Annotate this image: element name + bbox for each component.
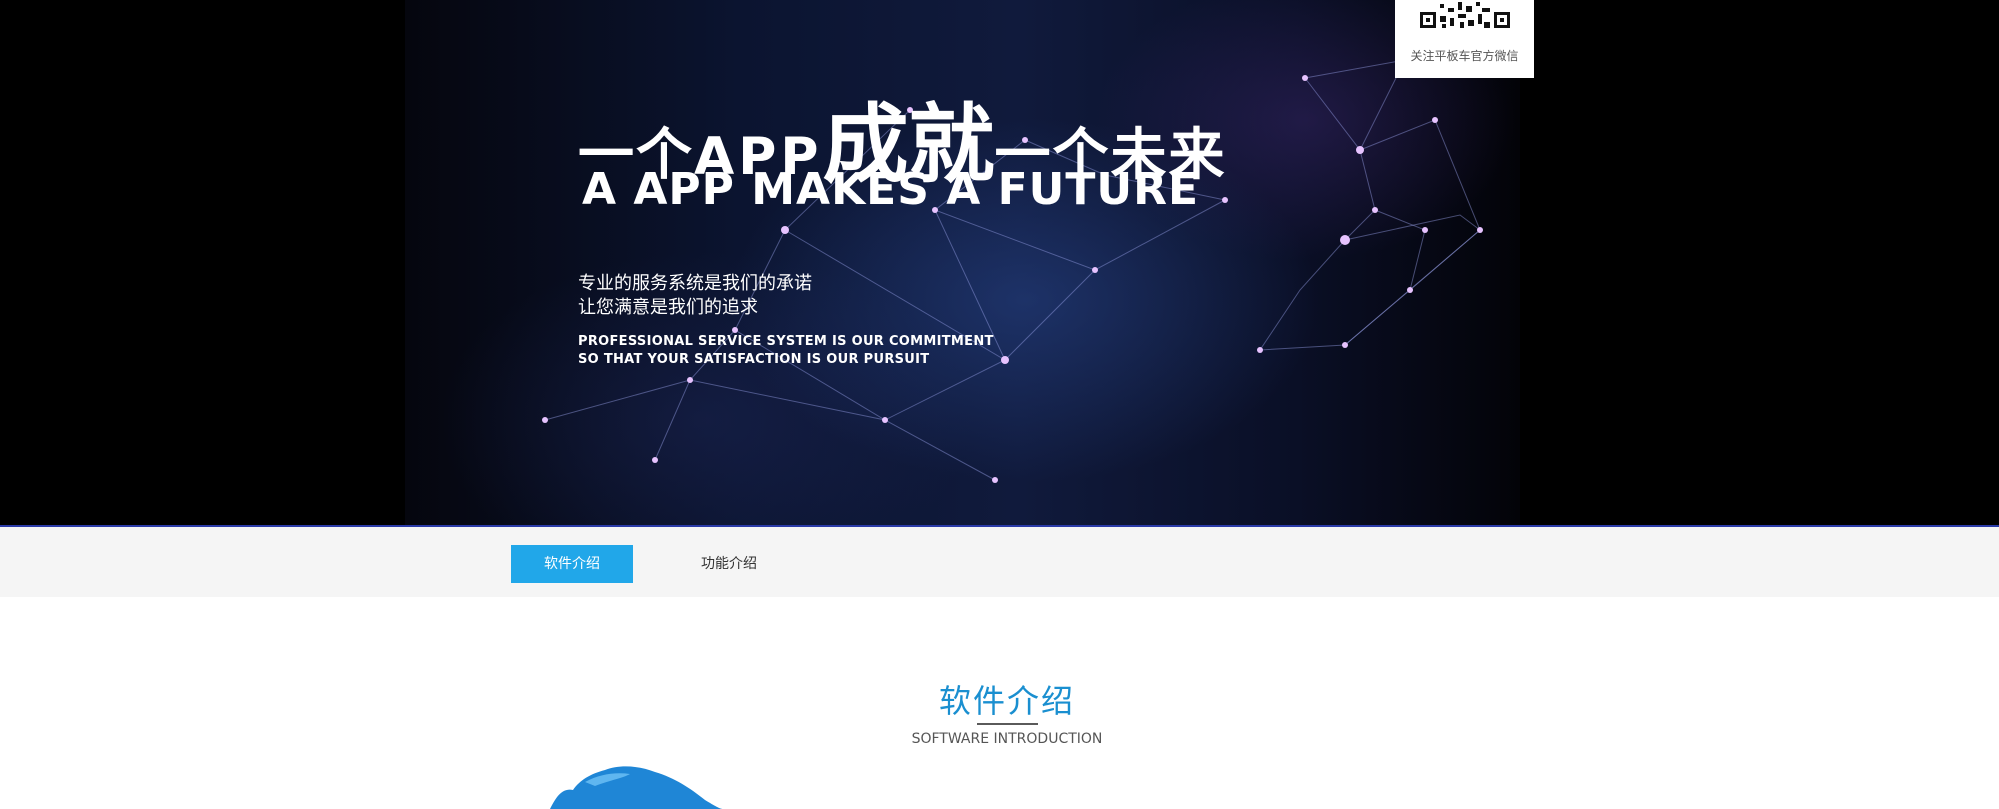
blue-brush-decoration (550, 766, 723, 809)
section-tabbar: 软件介绍 功能介绍 (0, 527, 1999, 597)
section-subtitle: SOFTWARE INTRODUCTION (911, 731, 1103, 747)
qr-caption: 关注平板车官方微信 (1410, 49, 1519, 63)
hero-headline: 一个APP成就一个未来 (578, 74, 1226, 195)
sub-en-line-2: SO THAT YOUR SATISFACTION IS OUR PURSUIT (578, 352, 930, 367)
qr-code-icon (1418, 0, 1512, 30)
hero-banner: 一个APP成就一个未来 A APP MAKES A FUTURE 专业的服务系统… (0, 0, 1999, 527)
wechat-qr-card: 关注平板车官方微信 (1395, 0, 1534, 78)
sub-en-line-1: PROFESSIONAL SERVICE SYSTEM IS OUR COMMI… (578, 334, 994, 349)
section-divider (977, 723, 1038, 725)
sub-cn-line-2: 让您满意是我们的追求 (578, 297, 758, 318)
hero-headline-english: A APP MAKES A FUTURE (582, 164, 1200, 215)
tab-feature-intro[interactable]: 功能介绍 (668, 545, 790, 583)
tab-software-intro[interactable]: 软件介绍 (511, 545, 633, 583)
section-title: 软件介绍 (938, 682, 1075, 720)
hero-subtitle-chinese: 专业的服务系统是我们的承诺 让您满意是我们的追求 (578, 272, 812, 320)
sub-cn-line-1: 专业的服务系统是我们的承诺 (578, 273, 812, 294)
hero-subtitle-english: PROFESSIONAL SERVICE SYSTEM IS OUR COMMI… (578, 333, 994, 369)
